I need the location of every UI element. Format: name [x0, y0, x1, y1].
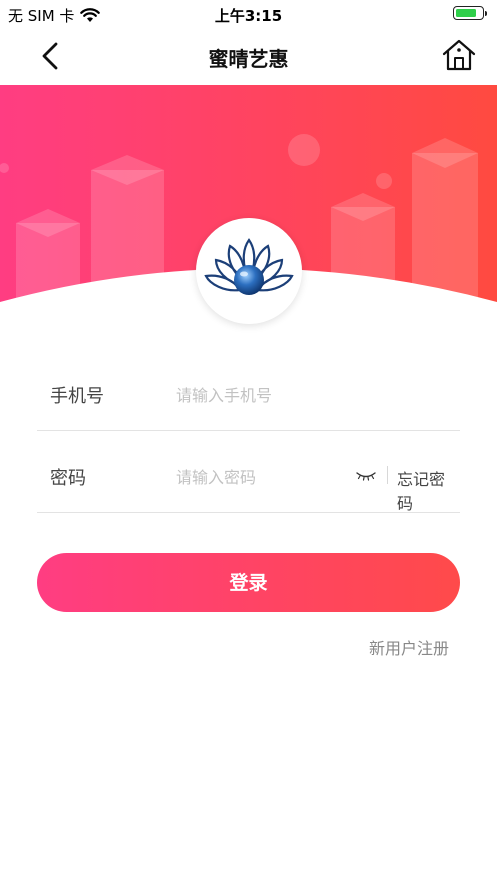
lotus-logo-icon: [204, 238, 294, 295]
phone-label: 手机号: [50, 386, 104, 407]
phone-field-row: 手机号: [37, 370, 460, 431]
password-label: 密码: [50, 468, 86, 489]
navigation-bar: 蜜晴艺惠: [0, 28, 497, 85]
eye-closed-icon[interactable]: [355, 468, 377, 482]
home-button[interactable]: [439, 35, 479, 75]
clock: 上午3:15: [214, 7, 283, 25]
phone-input[interactable]: [176, 380, 346, 410]
register-link[interactable]: 新用户注册: [369, 635, 449, 659]
home-icon: [442, 39, 476, 71]
status-bar: 无 SIM 卡 上午3:15: [0, 0, 497, 28]
forgot-password-link[interactable]: 忘记密码: [397, 466, 460, 514]
battery-icon: [453, 6, 487, 20]
password-input[interactable]: [176, 462, 346, 492]
login-button[interactable]: 登录: [37, 553, 460, 612]
battery-level: [456, 9, 477, 17]
page-title: 蜜晴艺惠: [208, 47, 289, 71]
password-field-row: 密码 忘记密码: [37, 452, 460, 513]
field-divider: [387, 466, 388, 484]
app-logo: [196, 218, 302, 324]
